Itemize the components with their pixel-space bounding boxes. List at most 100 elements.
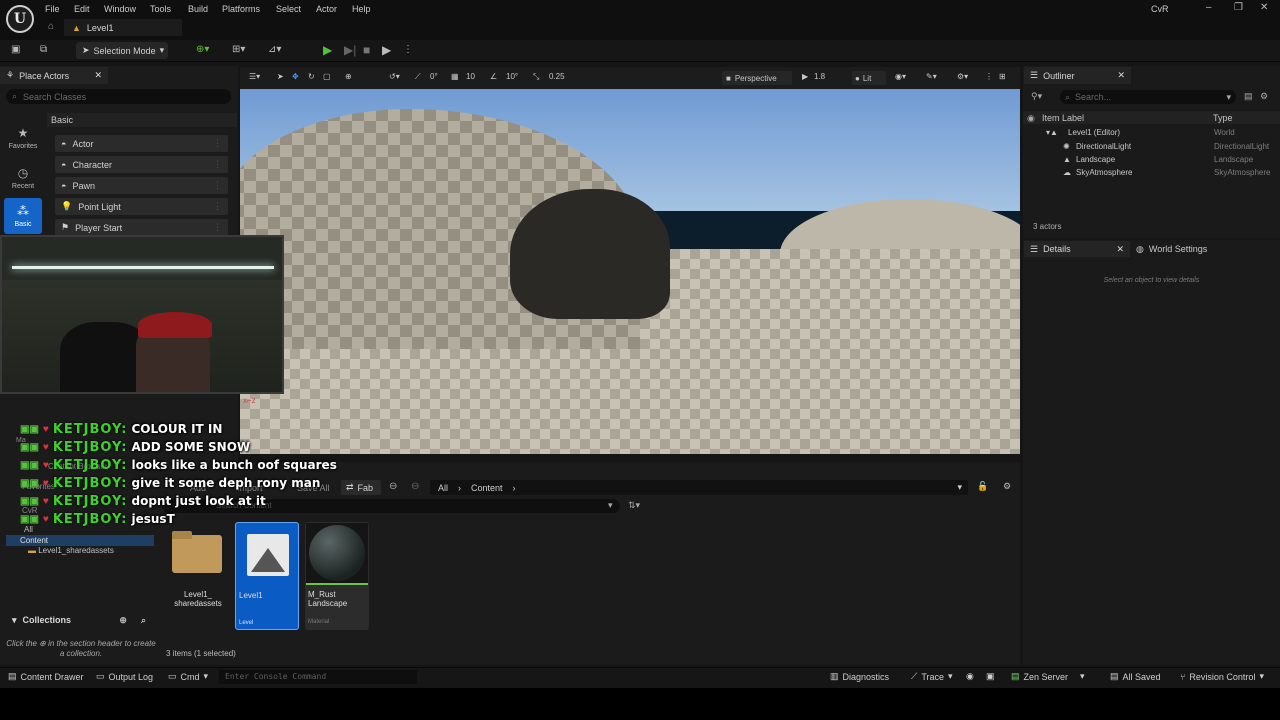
fab-button[interactable]: ⇄ Fab	[341, 480, 381, 495]
blueprint-icon[interactable]: ⊞▾	[232, 44, 245, 55]
console-input[interactable]: Enter Console Command	[219, 670, 417, 684]
add-collection-icon[interactable]: ⊕	[119, 615, 127, 626]
screenshot-icon[interactable]: ▣	[986, 671, 995, 682]
revision-control-dropdown[interactable]: ⑂ Revision Control ▾	[1180, 671, 1264, 682]
show-flags-icon[interactable]: ◉▾	[895, 72, 906, 81]
asset-material[interactable]: M_Rust Landscape Material	[305, 522, 369, 630]
grid-snap-icon[interactable]: ▦	[451, 72, 459, 81]
category-favorites[interactable]: ★ Favorites	[4, 120, 42, 156]
home-icon[interactable]: ⌂	[48, 21, 54, 32]
category-recent[interactable]: ◷ Recent	[4, 160, 42, 196]
minimize-icon[interactable]: –	[1206, 2, 1212, 13]
close-icon[interactable]: ✕	[1117, 70, 1125, 81]
actor-item-player-start[interactable]: ⚑ Player Start ⋮	[55, 219, 228, 236]
play-icon[interactable]: ▶	[323, 43, 332, 57]
fov-value[interactable]: 1.8	[814, 72, 825, 81]
select-tool-icon[interactable]: ➤	[277, 72, 284, 81]
outliner-row[interactable]: ☁ SkyAtmosphere SkyAtmosphere	[1023, 168, 1280, 181]
output-log-button[interactable]: ▭ Output Log	[96, 671, 153, 682]
scale-tool-icon[interactable]: ▢	[323, 72, 331, 81]
maximize-icon[interactable]: ❐	[1234, 2, 1243, 13]
more-options-icon[interactable]: ⋮	[985, 72, 993, 81]
settings-gear-icon[interactable]: ⚙	[1260, 91, 1268, 102]
close-icon[interactable]: ✕	[1116, 244, 1124, 255]
breadcrumb-content[interactable]: Content	[471, 483, 503, 493]
perspective-dropdown[interactable]: ■ Perspective	[722, 71, 792, 85]
selection-mode-dropdown[interactable]: ➤ Selection Mode ▾	[76, 42, 168, 59]
step-icon[interactable]: ▶|	[344, 43, 356, 57]
close-window-icon[interactable]: ✕	[1260, 2, 1268, 13]
scale-snap-value[interactable]: 0.25	[549, 72, 565, 81]
column-type[interactable]: Type	[1213, 113, 1233, 123]
translate-tool-icon[interactable]: ✥	[292, 72, 299, 81]
menu-build[interactable]: Build	[188, 3, 208, 15]
menu-window[interactable]: Window	[104, 3, 136, 15]
surface-snap-icon[interactable]: ↺▾	[389, 72, 400, 81]
scale-snap-icon[interactable]: ⤡	[533, 72, 539, 82]
save-icon[interactable]: ▣	[11, 44, 20, 55]
search-classes-input[interactable]: ⌕ Search Classes	[6, 89, 231, 104]
actor-item-point-light[interactable]: 💡 Point Light ⋮	[55, 198, 228, 215]
place-actors-tab[interactable]: ⚘ Place Actors ✕	[0, 67, 108, 84]
stop-icon[interactable]: ■	[363, 43, 370, 57]
actor-item-actor[interactable]: ◓ Actor ⋮	[55, 135, 228, 152]
outliner-row[interactable]: ✺ DirectionalLight DirectionalLight	[1023, 142, 1280, 155]
level-tab[interactable]: ▲ Level1	[64, 19, 182, 36]
outliner-row[interactable]: ▲ Landscape Landscape	[1023, 155, 1280, 168]
details-tab[interactable]: ☰ Details ✕	[1024, 241, 1130, 257]
lit-dropdown[interactable]: ● Lit	[852, 71, 886, 85]
snap-rotate-icon[interactable]: ⟋	[415, 72, 421, 82]
outliner-row[interactable]: ▾▲ Level1 (Editor) World	[1023, 128, 1280, 141]
chevron-down-icon[interactable]: ▾	[957, 482, 962, 493]
source-control-icon[interactable]: ⧉	[40, 44, 47, 55]
rotate-tool-icon[interactable]: ↻	[308, 72, 315, 81]
asset-level[interactable]: Level1 Level	[235, 522, 299, 630]
unreal-logo-icon[interactable]: U	[6, 5, 34, 33]
settings-gear-icon[interactable]: ⚙▾	[957, 72, 968, 81]
more-options-icon[interactable]: ⋮	[403, 44, 413, 55]
record-icon[interactable]: ◉	[966, 671, 974, 682]
asset-folder-shared[interactable]: Level1_ sharedassets	[165, 522, 229, 630]
menu-edit[interactable]: Edit	[74, 3, 90, 15]
sort-icon[interactable]: ⇅▾	[628, 500, 640, 511]
actor-item-character[interactable]: ◓ Character ⋮	[55, 156, 228, 173]
breadcrumb-all[interactable]: All	[438, 483, 448, 493]
world-space-icon[interactable]: ⊕	[345, 72, 352, 81]
viewport-options-icon[interactable]: ☰▾	[249, 72, 260, 81]
tree-content-folder[interactable]: Content	[6, 535, 154, 546]
add-actor-icon[interactable]: ⊕▾	[196, 44, 209, 55]
trace-dropdown[interactable]: ⟋ Trace ▾	[911, 671, 953, 682]
outliner-search-input[interactable]: ⌕ Search... ▾	[1060, 90, 1236, 104]
level-viewport[interactable]	[240, 89, 1020, 454]
launch-icon[interactable]: ▶	[382, 43, 391, 57]
filter-icon[interactable]: ⚲▾	[1031, 91, 1042, 102]
angle-snap-value[interactable]: 10°	[506, 72, 518, 81]
menu-select[interactable]: Select	[276, 3, 301, 15]
menu-tools[interactable]: Tools	[150, 3, 171, 15]
menu-actor[interactable]: Actor	[316, 3, 337, 15]
menu-platforms[interactable]: Platforms	[222, 3, 260, 15]
diagnostics-button[interactable]: ▥ Diagnostics	[830, 671, 889, 682]
add-folder-icon[interactable]: ▤	[1244, 91, 1253, 102]
close-icon[interactable]: ✕	[94, 70, 102, 81]
category-basic[interactable]: ⁂ Basic	[4, 198, 42, 234]
menu-file[interactable]: File	[45, 3, 60, 15]
angle-snap-icon[interactable]: ∠	[490, 72, 497, 81]
outliner-tab[interactable]: ☰ Outliner ✕	[1024, 67, 1131, 84]
performance-icon[interactable]: ✎▾	[926, 72, 937, 81]
collections-header[interactable]: ▾ Collections ⊕ ⌕	[0, 612, 156, 628]
settings-gear-icon[interactable]: ⚙	[1003, 481, 1011, 492]
all-saved-button[interactable]: ▤ All Saved	[1110, 671, 1161, 682]
actor-item-pawn[interactable]: ◓ Pawn ⋮	[55, 177, 228, 194]
layout-icon[interactable]: ⊞	[999, 72, 1006, 81]
cinematics-icon[interactable]: ⊿▾	[268, 44, 281, 55]
forward-arrow-icon[interactable]: ⊖	[411, 481, 419, 492]
world-settings-tab[interactable]: ◍ World Settings	[1132, 241, 1242, 257]
visibility-eye-icon[interactable]: ◉	[1027, 113, 1035, 124]
grid-snap-value[interactable]: 10	[466, 72, 475, 81]
content-drawer-button[interactable]: ▤ Content Drawer	[8, 671, 84, 682]
search-icon[interactable]: ⌕	[141, 615, 146, 626]
zen-server-dropdown[interactable]: ▤ Zen Server ▾	[1011, 671, 1085, 682]
snap-rotate-value[interactable]: 0°	[430, 72, 438, 81]
menu-help[interactable]: Help	[352, 3, 371, 15]
